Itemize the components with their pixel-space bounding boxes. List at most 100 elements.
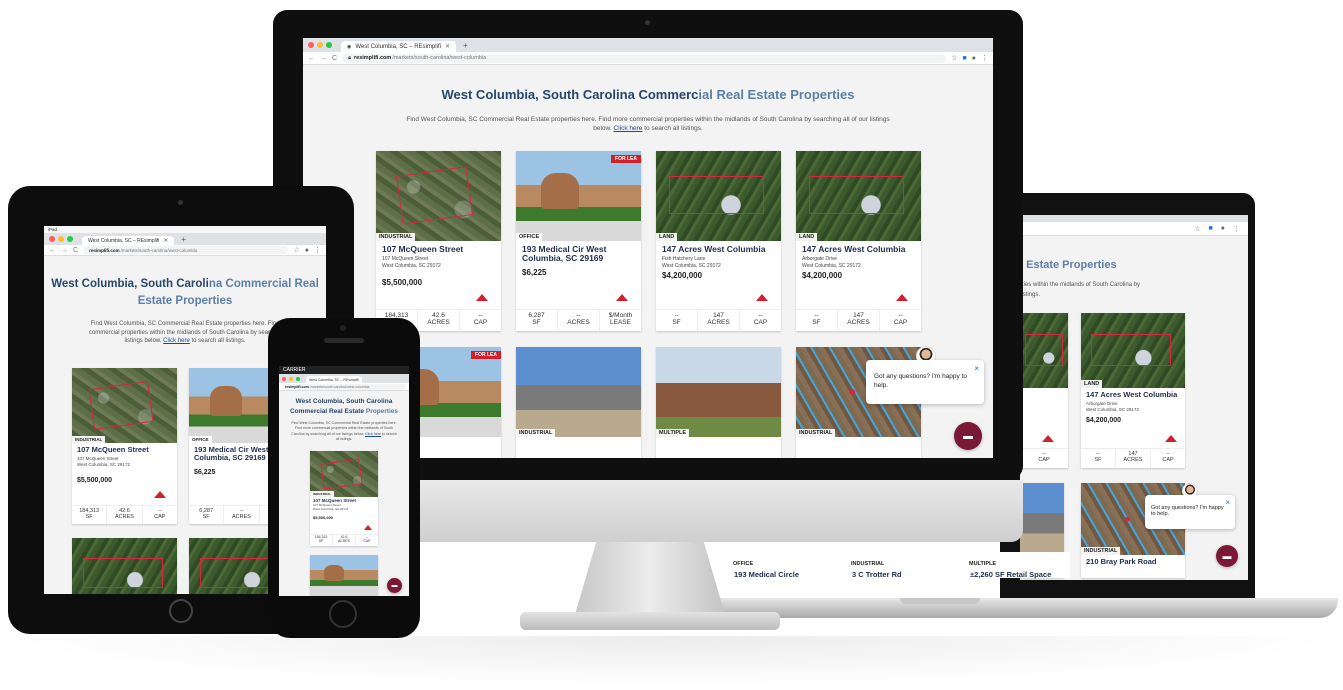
- brokerage-logo: [1165, 435, 1177, 442]
- laptop-listing-card[interactable]: -- CAP: [1020, 313, 1068, 468]
- listing-info: 107 McQueen Street 107 McQueen Street We…: [376, 241, 501, 291]
- star-icon[interactable]: ☆: [293, 246, 299, 254]
- window-maximize-icon[interactable]: [67, 236, 73, 242]
- browser-tab[interactable]: ◉ West Columbia, SC – REsimplifi ✕: [341, 41, 456, 52]
- address-bar[interactable]: resimplifi.com/markets/south-carolina/we…: [83, 246, 289, 254]
- chat-launcher-button[interactable]: ▬: [387, 578, 402, 593]
- listing-title[interactable]: 147 Acres West Columbia: [1086, 390, 1180, 399]
- search-all-link[interactable]: Click here: [614, 125, 643, 132]
- extension-icon[interactable]: ■: [1209, 225, 1213, 232]
- tab-close-icon[interactable]: ✕: [163, 237, 168, 244]
- listing-info: 107 McQueen Street 107 McQueen Street We…: [310, 497, 378, 522]
- menu-icon[interactable]: ⋮: [314, 246, 321, 254]
- forward-icon[interactable]: →: [320, 55, 327, 62]
- laptop-screen: ☆ ■ ● ⋮ l Estate Properties rties within…: [1020, 215, 1248, 580]
- listing-card[interactable]: LAND 147 Acres West Columbia Arborgate D…: [796, 151, 921, 331]
- window-maximize-icon[interactable]: [296, 376, 300, 381]
- property-type-label: INDUSTRIAL: [848, 560, 888, 568]
- lock-icon: 🔒︎: [348, 54, 351, 61]
- reload-icon[interactable]: C: [332, 55, 337, 62]
- window-minimize-icon[interactable]: [317, 42, 323, 48]
- tab-close-icon[interactable]: ✕: [445, 43, 450, 50]
- listing-photo: FOR LEA OFFICE: [516, 151, 641, 241]
- laptop-card-caption: OFFICE 193 Medical Circle: [730, 552, 834, 580]
- menu-icon[interactable]: ⋮: [981, 54, 988, 62]
- listing-photo: [310, 555, 378, 595]
- listing-address-line2: West Columbia, SC 29172: [1086, 406, 1139, 412]
- window-minimize-icon[interactable]: [58, 236, 64, 242]
- back-icon[interactable]: ←: [49, 247, 56, 254]
- window-close-icon[interactable]: [282, 376, 286, 381]
- search-all-link[interactable]: Click here: [163, 338, 190, 344]
- laptop-toolbar: ☆ ■ ● ⋮: [1020, 222, 1248, 236]
- search-all-link[interactable]: Click here: [365, 432, 381, 436]
- brokerage-logo: [154, 491, 166, 498]
- listing-card[interactable]: INDUSTRIAL 107 McQueen Street 107 McQuee…: [310, 451, 378, 546]
- menu-icon[interactable]: ⋮: [1233, 225, 1240, 233]
- account-icon[interactable]: ●: [1221, 225, 1225, 232]
- new-tab-icon[interactable]: +: [463, 41, 468, 50]
- home-button[interactable]: [329, 600, 357, 628]
- listing-info: 193 Medical Cir West Columbia, SC 29169 …: [516, 241, 641, 281]
- back-icon[interactable]: ←: [308, 55, 315, 62]
- listing-card[interactable]: INDUSTRIAL 107 McQueen Street 107 McQuee…: [376, 151, 501, 331]
- listing-card[interactable]: FOR LEA OFFICE 193 Medical Cir West Colu…: [516, 151, 641, 331]
- browser-tab-bar: ◉ West Columbia, SC – REsimplifi ✕ +: [303, 38, 993, 52]
- listing-title[interactable]: ±2,260 SF Retail Space: [966, 570, 1070, 580]
- address-bar-row: ← → C resimplifi.com/markets/south-carol…: [44, 245, 326, 256]
- listing-card[interactable]: [310, 555, 378, 595]
- favicon-icon: ◉: [347, 43, 352, 50]
- property-type-label: MULTIPLE: [966, 560, 1000, 568]
- listing-stats: -- CAP: [1020, 448, 1068, 468]
- stat-acres: 42.6 ACRES: [418, 310, 460, 331]
- listing-photo: [72, 538, 177, 594]
- chat-launcher-button[interactable]: ▬: [954, 422, 982, 450]
- stat-acres: -- ACRES: [558, 310, 600, 331]
- star-icon[interactable]: ☆: [951, 54, 957, 62]
- phone-speaker: [324, 338, 364, 343]
- property-type-label: INDUSTRIAL: [516, 429, 556, 437]
- browser-tab[interactable]: West Columbia, SC – REsimplifi ✕: [82, 236, 175, 245]
- laptop-listing-card[interactable]: LAND 147 Acres West Columbia Arborgate D…: [1081, 313, 1185, 468]
- listing-card[interactable]: [72, 538, 177, 594]
- listing-card[interactable]: INDUSTRIAL: [516, 347, 641, 458]
- laptop-card-caption: INDUSTRIAL 3 C Trotter Rd: [848, 552, 952, 580]
- stat-sf: -- SF: [1081, 449, 1116, 468]
- window-minimize-icon[interactable]: [289, 376, 293, 381]
- listing-title[interactable]: 147 Acres West Columbia: [802, 244, 915, 254]
- listing-title[interactable]: 3 C Trotter Rd: [848, 570, 952, 580]
- account-icon[interactable]: ●: [305, 247, 309, 254]
- listing-title[interactable]: 147 Acres West Columbia: [662, 244, 775, 254]
- listing-photo: LAND: [796, 151, 921, 241]
- laptop-tabbar: [1020, 215, 1248, 222]
- account-icon[interactable]: ●: [972, 55, 976, 62]
- home-button[interactable]: [169, 599, 193, 623]
- property-type-label: MULTIPLE: [656, 429, 690, 437]
- listing-title[interactable]: 193 Medical Circle: [730, 570, 834, 580]
- browser-tab[interactable]: West Columbia, SC – REsimplifi: [306, 376, 362, 383]
- chat-launcher-button[interactable]: ▬: [1216, 545, 1238, 567]
- stat-acres: -- ACRES: [224, 506, 260, 524]
- listing-card[interactable]: LAND 147 Acres West Columbia Fish Hatche…: [656, 151, 781, 331]
- stat-acres: 147 ACRES: [838, 310, 880, 331]
- listing-card[interactable]: INDUSTRIAL 107 McQueen Street 107 McQuee…: [72, 368, 177, 524]
- chat-close-icon[interactable]: ×: [1225, 498, 1230, 507]
- address-bar[interactable]: resimplifi.com/markets/south-carolina/we…: [282, 383, 406, 390]
- stat-cap: -- CAP: [753, 312, 768, 327]
- star-icon[interactable]: ☆: [1194, 225, 1200, 233]
- listing-title[interactable]: 107 McQueen Street: [382, 244, 495, 254]
- window-close-icon[interactable]: [308, 42, 314, 48]
- forward-icon[interactable]: →: [61, 247, 68, 254]
- listing-photo: LAND: [656, 151, 781, 241]
- listing-card[interactable]: MULTIPLE: [656, 347, 781, 458]
- reload-icon[interactable]: C: [73, 247, 78, 254]
- extension-icon[interactable]: ■: [963, 55, 967, 62]
- listing-address-line2: West Columbia, SC 29172: [662, 262, 721, 269]
- chat-close-icon[interactable]: ×: [974, 363, 979, 375]
- listing-title[interactable]: 107 McQueen Street: [77, 445, 172, 454]
- window-maximize-icon[interactable]: [326, 42, 332, 48]
- address-bar[interactable]: 🔒︎ resimplifi.com/markets/south-carolina…: [342, 53, 947, 63]
- listing-title[interactable]: 193 Medical Cir West Columbia, SC 29169: [522, 244, 635, 264]
- new-tab-icon[interactable]: +: [181, 235, 186, 244]
- window-close-icon[interactable]: [49, 236, 55, 242]
